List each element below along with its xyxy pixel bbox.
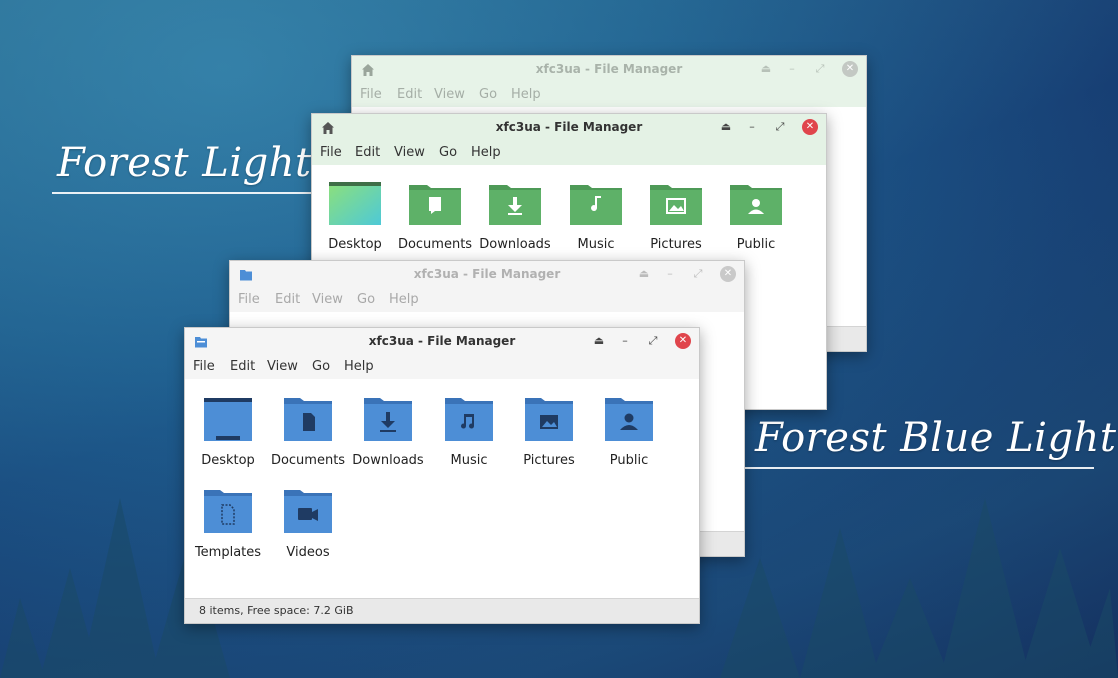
close-button[interactable]: ✕ [675,333,691,349]
downloads-item[interactable]: Downloads [475,179,555,252]
item-label: Public [736,237,776,252]
forest-blue-light-label: Forest Blue Light [755,415,1117,461]
minimize-button[interactable]: – [662,266,678,282]
titlebar[interactable]: xfc3ua - File Manager ⏏ – ⤢ ✕ [352,56,866,83]
menu-go[interactable]: Go [439,145,457,160]
menu-go[interactable]: Go [312,359,330,374]
item-label: Pictures [523,453,575,468]
menubar: File Edit View Go Help [352,83,866,107]
menu-file[interactable]: File [360,87,382,102]
titlebar[interactable]: xfc3ua - File Manager ⏏ – ⤢ ✕ [312,114,826,141]
item-label: Pictures [650,237,702,252]
downloads-item[interactable]: Downloads [348,395,428,468]
item-label: Downloads [352,453,424,468]
music-folder-icon [570,185,622,225]
menu-view[interactable]: View [434,87,465,102]
menu-view[interactable]: View [267,359,298,374]
titlebar[interactable]: xfc3ua - File Manager ⏏ – ⤢ ✕ [230,261,744,288]
desktop-item[interactable]: Desktop [188,395,268,468]
eject-button[interactable]: ⏏ [718,119,734,135]
maximize-button[interactable]: ⤢ [645,333,661,349]
eject-button[interactable]: ⏏ [636,266,652,282]
statusbar: 8 items, Free space: 7.2 GiB [185,598,699,623]
item-label: Documents [397,237,473,252]
maximize-button[interactable]: ⤢ [772,119,788,135]
menu-file[interactable]: File [320,145,342,160]
maximize-button[interactable]: ⤢ [812,61,828,77]
forest-light-label: Forest Light [57,140,312,186]
maximize-button[interactable]: ⤢ [690,266,706,282]
menu-go[interactable]: Go [479,87,497,102]
item-label: Videos [286,545,330,560]
item-label: Music [577,237,615,252]
menubar: File Edit View Go Help [312,141,826,165]
music-folder-icon [445,398,493,441]
documents-folder-icon [284,398,332,441]
forest-blue-light-underline [722,467,1094,469]
menu-file[interactable]: File [193,359,215,374]
documents-item[interactable]: Documents [268,395,348,468]
desktop-item[interactable]: Desktop [315,179,395,252]
eject-button[interactable]: ⏏ [591,333,607,349]
templates-item[interactable]: Templates [188,487,268,560]
status-text: 8 items, Free space: 7.2 GiB [199,604,354,617]
file-view: Desktop Documents Downloads Music Pictur… [185,379,699,598]
public-item[interactable]: Public [716,179,796,252]
menu-help[interactable]: Help [389,292,419,307]
desktop-icon [204,398,252,441]
desktop-icon [329,182,381,225]
item-label: Templates [194,545,262,560]
documents-folder-icon [409,185,461,225]
eject-button[interactable]: ⏏ [758,61,774,77]
pictures-folder-icon [650,185,702,225]
menu-edit[interactable]: Edit [355,145,380,160]
public-folder-icon [730,185,782,225]
menu-file[interactable]: File [238,292,260,307]
minimize-button[interactable]: – [617,333,633,349]
titlebar[interactable]: xfc3ua - File Manager ⏏ – ⤢ ✕ [185,328,699,355]
music-item[interactable]: Music [556,179,636,252]
item-label: Music [450,453,488,468]
public-folder-icon [605,398,653,441]
close-button[interactable]: ✕ [720,266,736,282]
videos-folder-icon [284,490,332,533]
item-label: Documents [270,453,346,468]
public-item[interactable]: Public [589,395,669,468]
item-label: Public [609,453,649,468]
forest-light-underline [52,192,314,194]
item-label: Desktop [201,453,255,468]
pictures-item[interactable]: Pictures [509,395,589,468]
menu-edit[interactable]: Edit [275,292,300,307]
menu-view[interactable]: View [312,292,343,307]
close-button[interactable]: ✕ [802,119,818,135]
menu-help[interactable]: Help [344,359,374,374]
videos-item[interactable]: Videos [268,487,348,560]
menubar: File Edit View Go Help [185,355,699,379]
menu-edit[interactable]: Edit [397,87,422,102]
downloads-folder-icon [364,398,412,441]
minimize-button[interactable]: – [784,61,800,77]
menu-edit[interactable]: Edit [230,359,255,374]
templates-folder-icon [204,490,252,533]
downloads-folder-icon [489,185,541,225]
music-item[interactable]: Music [429,395,509,468]
file-manager-window-forest-blue[interactable]: xfc3ua - File Manager ⏏ – ⤢ ✕ File Edit … [184,327,700,624]
pictures-item[interactable]: Pictures [636,179,716,252]
menu-view[interactable]: View [394,145,425,160]
close-button[interactable]: ✕ [842,61,858,77]
menu-go[interactable]: Go [357,292,375,307]
item-label: Desktop [328,237,382,252]
menu-help[interactable]: Help [471,145,501,160]
menu-help[interactable]: Help [511,87,541,102]
menubar: File Edit View Go Help [230,288,744,312]
item-label: Downloads [479,237,551,252]
pictures-folder-icon [525,398,573,441]
minimize-button[interactable]: – [744,119,760,135]
documents-item[interactable]: Documents [395,179,475,252]
